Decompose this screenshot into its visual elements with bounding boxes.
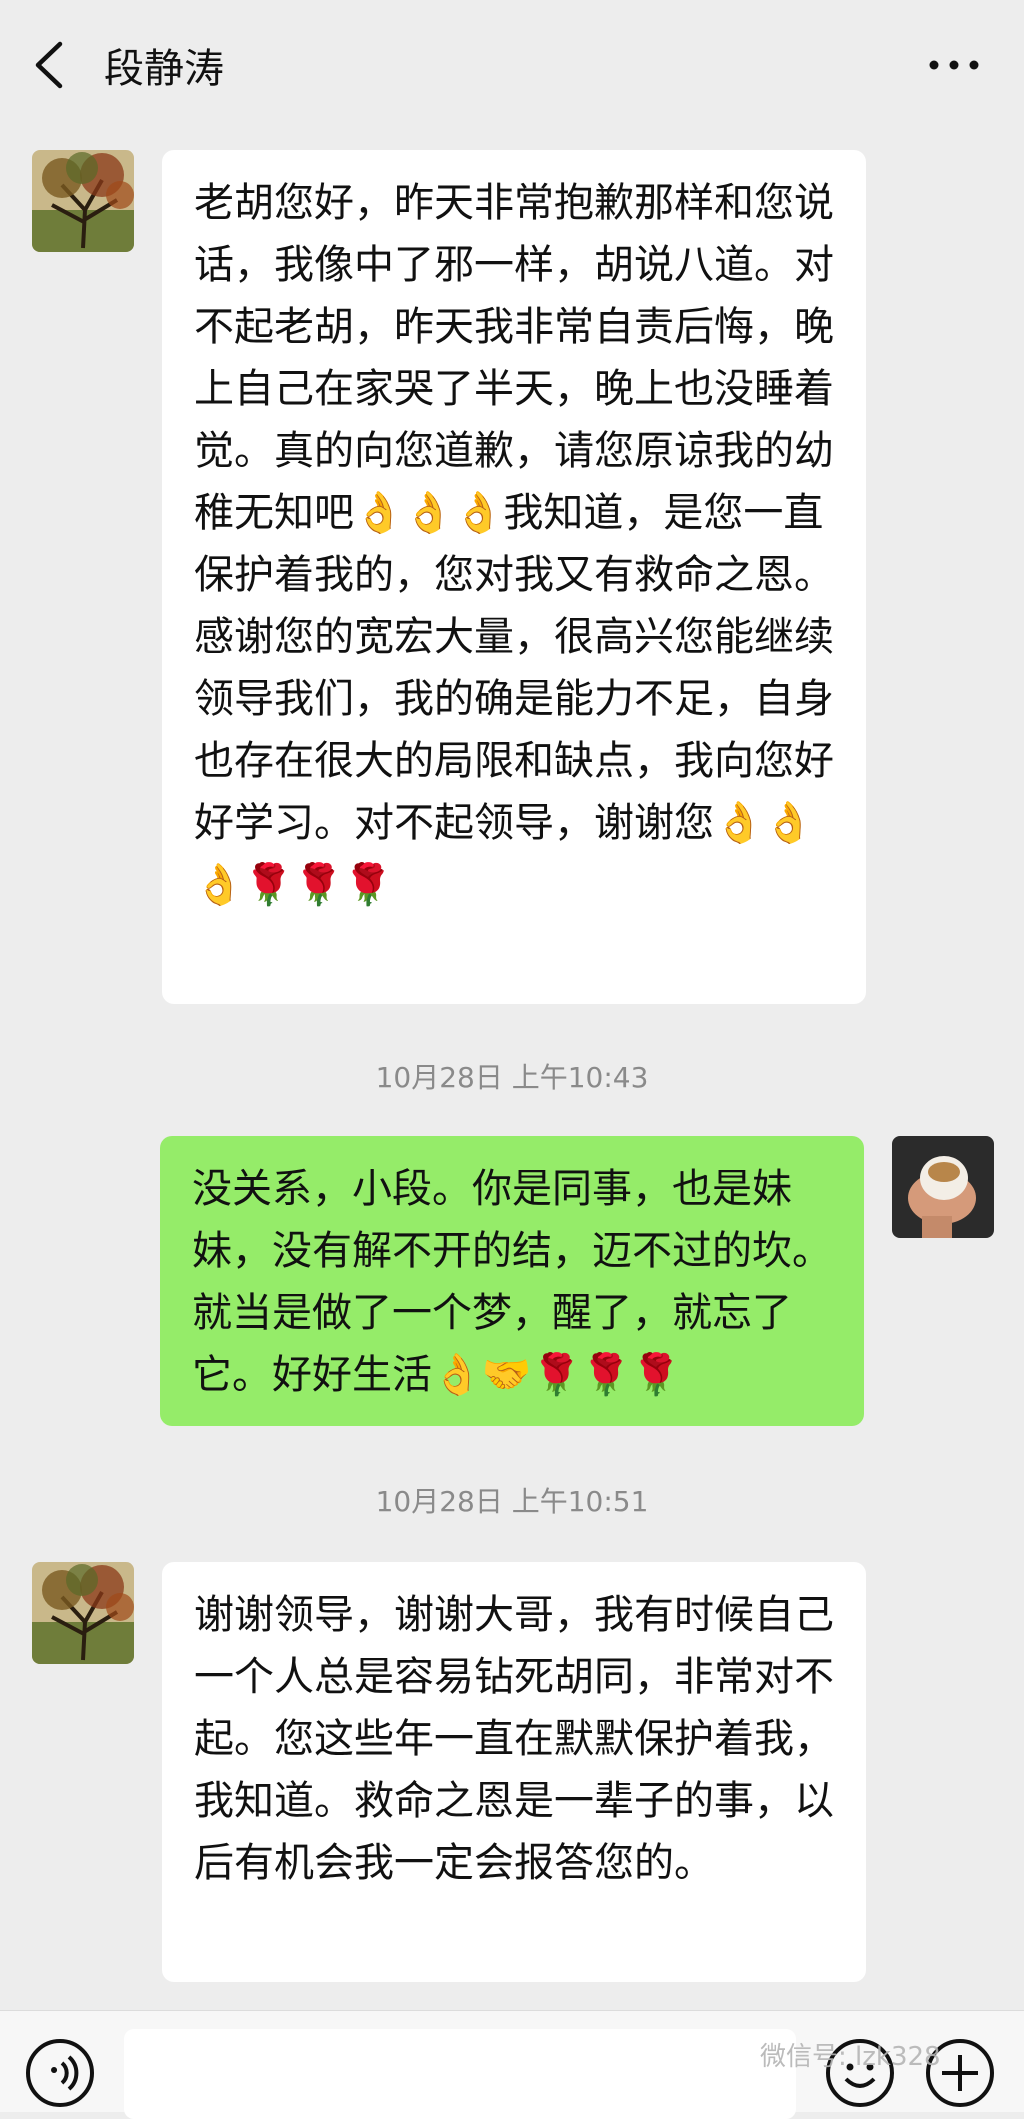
watermark: 微信号: lzk328 xyxy=(760,2042,941,2072)
voice-icon[interactable] xyxy=(24,2037,96,2109)
message-bubble-outgoing[interactable]: 没关系，小段。你是同事，也是妹妹，没有解不开的结，迈不过的坎。就当是做了一个梦，… xyxy=(160,1136,864,1426)
avatar[interactable] xyxy=(32,1562,134,1664)
timestamp: 10月28日 上午10:43 xyxy=(375,1061,649,1094)
chat-title: 段静涛 xyxy=(104,46,224,92)
message-input[interactable] xyxy=(124,2029,796,2119)
avatar[interactable] xyxy=(32,150,134,252)
more-dots-icon[interactable] xyxy=(924,50,984,80)
chevron-left-icon[interactable] xyxy=(30,38,70,92)
avatar[interactable] xyxy=(892,1136,994,1238)
chat-header: 段静涛 xyxy=(0,0,1024,130)
message-bubble-incoming[interactable]: 谢谢领导，谢谢大哥，我有时候自己一个人总是容易钻死胡同，非常对不起。您这些年一直… xyxy=(162,1562,866,1982)
message-bubble-incoming[interactable]: 老胡您好，昨天非常抱歉那样和您说话，我像中了邪一样，胡说八道。对不起老胡，昨天我… xyxy=(162,150,866,1004)
timestamp: 10月28日 上午10:51 xyxy=(375,1485,649,1518)
